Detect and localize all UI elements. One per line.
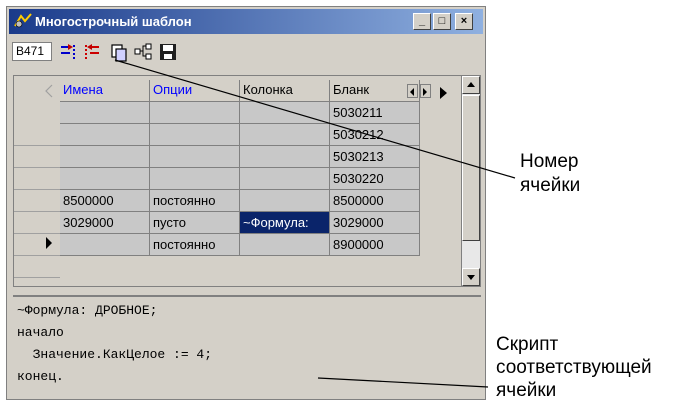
annotation-cell-script-line3: ячейки (496, 380, 557, 401)
annotation-cell-number-line1: Номер (520, 151, 579, 172)
annotation-cell-number-line2: ячейки (520, 175, 581, 196)
cell-script-leader (317, 377, 489, 388)
annotation-cell-script-line1: Скрипт (496, 334, 559, 355)
annotation-leaders (114, 59, 516, 388)
cell-number-leader (114, 59, 516, 179)
annotation-cell-script-line2: соответствующей (496, 357, 652, 378)
